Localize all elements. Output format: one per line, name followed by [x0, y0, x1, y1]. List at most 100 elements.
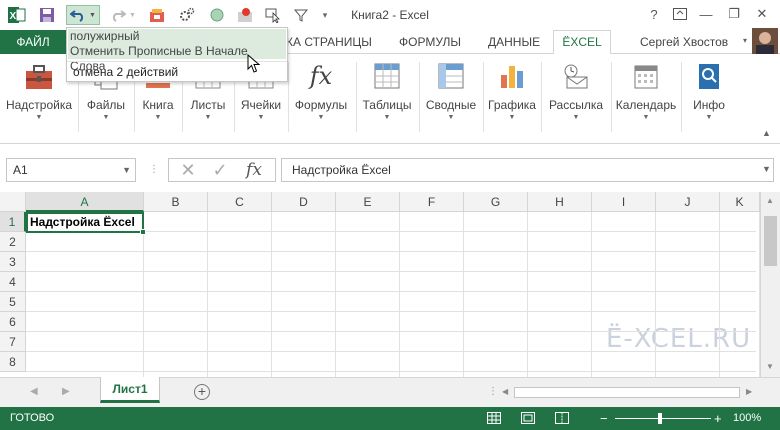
horizontal-scroll-thumb[interactable]: [514, 387, 740, 398]
scroll-up-icon[interactable]: ▲: [766, 196, 774, 205]
save-icon[interactable]: [36, 5, 58, 25]
ribbon-button-tables[interactable]: Таблицы ▼: [360, 58, 414, 138]
row-header[interactable]: 7: [0, 332, 26, 352]
column-header[interactable]: E: [336, 192, 400, 212]
column-header[interactable]: G: [464, 192, 528, 212]
chevron-down-icon[interactable]: ▼: [122, 159, 131, 181]
excel-logo-icon[interactable]: X: [6, 5, 28, 25]
prev-sheet-icon[interactable]: ◀: [30, 386, 38, 397]
ribbon-button-mailing[interactable]: Рассылка ▼: [545, 58, 607, 138]
ribbon-button-info[interactable]: Инфо ▼: [687, 58, 731, 138]
gridline-vertical: [759, 212, 760, 377]
row-header[interactable]: 4: [0, 272, 26, 292]
ribbon-button-formulas[interactable]: fx Формулы ▼: [292, 58, 350, 138]
sheet-tab[interactable]: Лист1: [100, 377, 160, 403]
enter-icon[interactable]: ✓: [205, 160, 235, 180]
addin-icon[interactable]: [146, 5, 168, 25]
active-cell[interactable]: Надстройка Ёxcel: [26, 212, 146, 235]
scroll-right-icon[interactable]: ▶: [746, 387, 752, 396]
watermark: Ё-XCEL.RU: [606, 324, 752, 354]
column-header[interactable]: K: [720, 192, 760, 212]
tab-page-layout[interactable]: КА СТРАНИЦЫ: [286, 30, 372, 54]
row-header[interactable]: 5: [0, 292, 26, 312]
gridline-vertical: [335, 212, 336, 377]
page-layout-view-icon[interactable]: [520, 411, 536, 425]
status-ready: ГОТОВО: [10, 412, 55, 424]
column-header[interactable]: A: [26, 192, 144, 212]
tab-split-icon[interactable]: ⋮: [488, 386, 498, 397]
chevron-down-icon[interactable]: ▾: [743, 36, 747, 45]
record-icon[interactable]: [234, 5, 256, 25]
row-header[interactable]: 8: [0, 352, 26, 372]
scroll-left-icon[interactable]: ◀: [502, 387, 508, 396]
avatar[interactable]: [752, 28, 778, 54]
undo-icon: [70, 10, 84, 22]
formula-input[interactable]: Надстройка Ёxcel: [281, 158, 774, 182]
horizontal-scrollbar[interactable]: ◀ ▶: [500, 385, 758, 400]
column-header[interactable]: I: [592, 192, 656, 212]
ribbon-button-addin[interactable]: Надстройка ▼: [6, 58, 72, 138]
ribbon-button-calendar[interactable]: Календарь ▼: [615, 58, 677, 138]
gridline-horizontal: [26, 271, 756, 272]
gridline-horizontal: [26, 311, 756, 312]
page-break-view-icon[interactable]: [554, 411, 570, 425]
close-button[interactable]: ✕: [750, 4, 774, 24]
tab-data[interactable]: ДАННЫЕ: [488, 30, 540, 54]
customize-icon[interactable]: ▾: [318, 5, 332, 25]
worksheet-grid[interactable]: Ё-XCEL.RU ▲ ▼ A B C D E F G H I J K 1 2 3 4 5 6 7 8 Надстро…: [0, 192, 780, 377]
ribbon-button-graphics[interactable]: Графика ▼: [487, 58, 537, 138]
vertical-scrollbar[interactable]: ▲ ▼: [760, 192, 780, 377]
vertical-scroll-thumb[interactable]: [764, 216, 777, 266]
scroll-down-icon[interactable]: ▼: [766, 362, 774, 371]
chevron-down-icon[interactable]: ▼: [89, 12, 96, 19]
row-header[interactable]: 1: [0, 212, 26, 232]
fx-icon: fx: [309, 62, 333, 90]
column-header[interactable]: F: [400, 192, 464, 212]
cursor-icon[interactable]: [262, 5, 284, 25]
formula-bar-grip-icon[interactable]: ⋮: [149, 164, 160, 175]
select-all-corner[interactable]: [0, 192, 26, 212]
redo-icon: [112, 10, 127, 22]
column-header[interactable]: J: [656, 192, 720, 212]
ribbon-display-icon[interactable]: [668, 4, 692, 24]
cancel-icon[interactable]: ✕: [173, 160, 203, 180]
insert-function-button[interactable]: fx: [239, 160, 269, 180]
expand-formula-bar-icon[interactable]: ▼: [762, 164, 771, 174]
zoom-level[interactable]: 100%: [733, 407, 761, 430]
tab-file[interactable]: ФАЙЛ: [0, 30, 66, 54]
calendar-icon: [629, 60, 663, 92]
add-sheet-button[interactable]: +: [194, 384, 210, 400]
ribbon-button-pivot[interactable]: Сводные ▼: [423, 58, 479, 138]
minimize-button[interactable]: —: [694, 4, 718, 24]
tab-excel-addin[interactable]: ЁXCEL: [553, 30, 611, 55]
help-button[interactable]: ?: [642, 4, 666, 24]
row-header[interactable]: 2: [0, 232, 26, 252]
collapse-ribbon-icon[interactable]: ▲: [762, 128, 771, 138]
circle-icon[interactable]: [206, 5, 228, 25]
column-header[interactable]: D: [272, 192, 336, 212]
name-box[interactable]: A1 ▼: [6, 158, 136, 182]
zoom-in-button[interactable]: +: [714, 407, 722, 430]
column-header[interactable]: H: [528, 192, 592, 212]
info-icon: [692, 60, 726, 92]
row-header[interactable]: 6: [0, 312, 26, 332]
pivot-icon: [434, 60, 468, 92]
zoom-out-button[interactable]: −: [600, 407, 608, 430]
zoom-slider-thumb[interactable]: [658, 413, 662, 424]
zoom-slider[interactable]: [615, 418, 711, 419]
next-sheet-icon[interactable]: ▶: [62, 386, 70, 397]
funnel-icon[interactable]: [290, 5, 312, 25]
tab-formulas[interactable]: ФОРМУЛЫ: [399, 30, 461, 54]
undo-button[interactable]: ▼: [66, 5, 100, 25]
macro-icon[interactable]: [176, 5, 198, 25]
column-header[interactable]: B: [144, 192, 208, 212]
column-header[interactable]: C: [208, 192, 272, 212]
row-header[interactable]: 3: [0, 252, 26, 272]
gridline-vertical: [207, 212, 208, 377]
user-name[interactable]: Сергей Хвостов: [640, 30, 728, 54]
fill-handle[interactable]: [140, 229, 146, 235]
redo-button[interactable]: ▼: [108, 5, 138, 25]
normal-view-icon[interactable]: [486, 411, 502, 425]
restore-button[interactable]: ❐: [722, 4, 746, 24]
undo-history-item[interactable]: полужирный: [68, 29, 286, 44]
